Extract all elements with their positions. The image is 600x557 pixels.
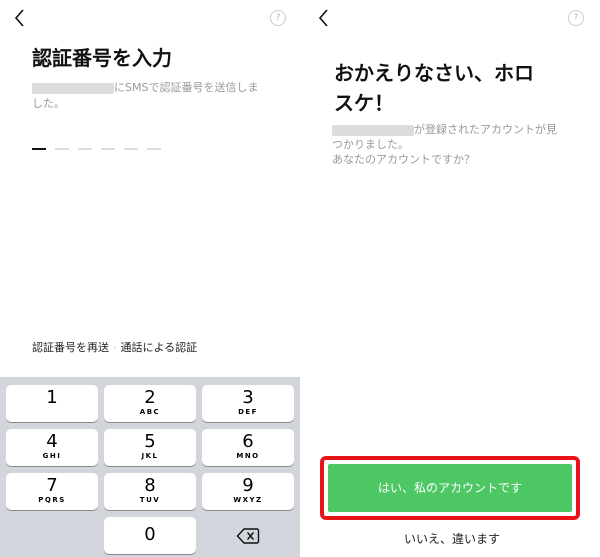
help-icon[interactable]: ? <box>568 10 584 26</box>
key-9[interactable]: 9 WXYZ <box>202 473 294 510</box>
verification-options: 認証番号を再送 · 通話による認証 <box>32 339 197 355</box>
welcome-title: おかえりなさい、ホロ スケ！ <box>334 61 534 115</box>
code-digit-slot <box>101 148 115 150</box>
redacted-phone-number <box>332 124 414 136</box>
back-chevron-icon[interactable] <box>10 6 32 30</box>
key-6[interactable]: 6 MNO <box>202 429 294 466</box>
key-1[interactable]: 1 <box>6 385 98 422</box>
key-5[interactable]: 5 JKL <box>104 429 196 466</box>
resend-code-link[interactable]: 認証番号を再送 <box>32 341 109 354</box>
key-3[interactable]: 3 DEF <box>202 385 294 422</box>
code-digit-slot <box>55 148 69 150</box>
sms-sent-message: にSMSで認証番号を送信しま した。 <box>32 81 259 110</box>
code-digit-slot <box>78 148 92 150</box>
key-7[interactable]: 7 PQRS <box>6 473 98 510</box>
separator: · <box>113 341 117 354</box>
key-2[interactable]: 2 ABC <box>104 385 196 422</box>
confirm-account-button[interactable]: はい、私のアカウントです <box>328 464 572 512</box>
sms-verification-screen: ? 認証番号を入力 にSMSで認証番号を送信しま した。 認証番号を再送 · 通話に… <box>0 0 300 557</box>
page-title: 認証番号を入力 <box>32 46 172 70</box>
account-found-message: が登録されたアカウントが見 つかりました。 あなたのアカウントですか？ <box>332 123 557 166</box>
code-input-field[interactable] <box>32 148 161 150</box>
code-digit-slot <box>32 148 46 150</box>
redacted-phone-number <box>32 82 114 94</box>
backspace-icon[interactable] <box>202 517 294 554</box>
account-confirm-screen: ? おかえりなさい、ホロ スケ！ が登録されたアカウントが見 つかりました。 あ… <box>304 0 600 557</box>
key-4[interactable]: 4 GHI <box>6 429 98 466</box>
key-0[interactable]: 0 <box>104 517 196 554</box>
not-my-account-button[interactable]: いいえ、違います <box>304 530 600 547</box>
code-digit-slot <box>124 148 138 150</box>
back-chevron-icon[interactable] <box>314 6 336 30</box>
code-digit-slot <box>147 148 161 150</box>
key-8[interactable]: 8 TUV <box>104 473 196 510</box>
call-verification-link[interactable]: 通話による認証 <box>121 341 198 354</box>
numeric-keypad: 1 2 ABC 3 DEF 4 GHI 5 JKL 6 MNO 7 PQRS 8 TUV 9W… <box>0 377 300 557</box>
help-icon[interactable]: ? <box>270 10 286 26</box>
